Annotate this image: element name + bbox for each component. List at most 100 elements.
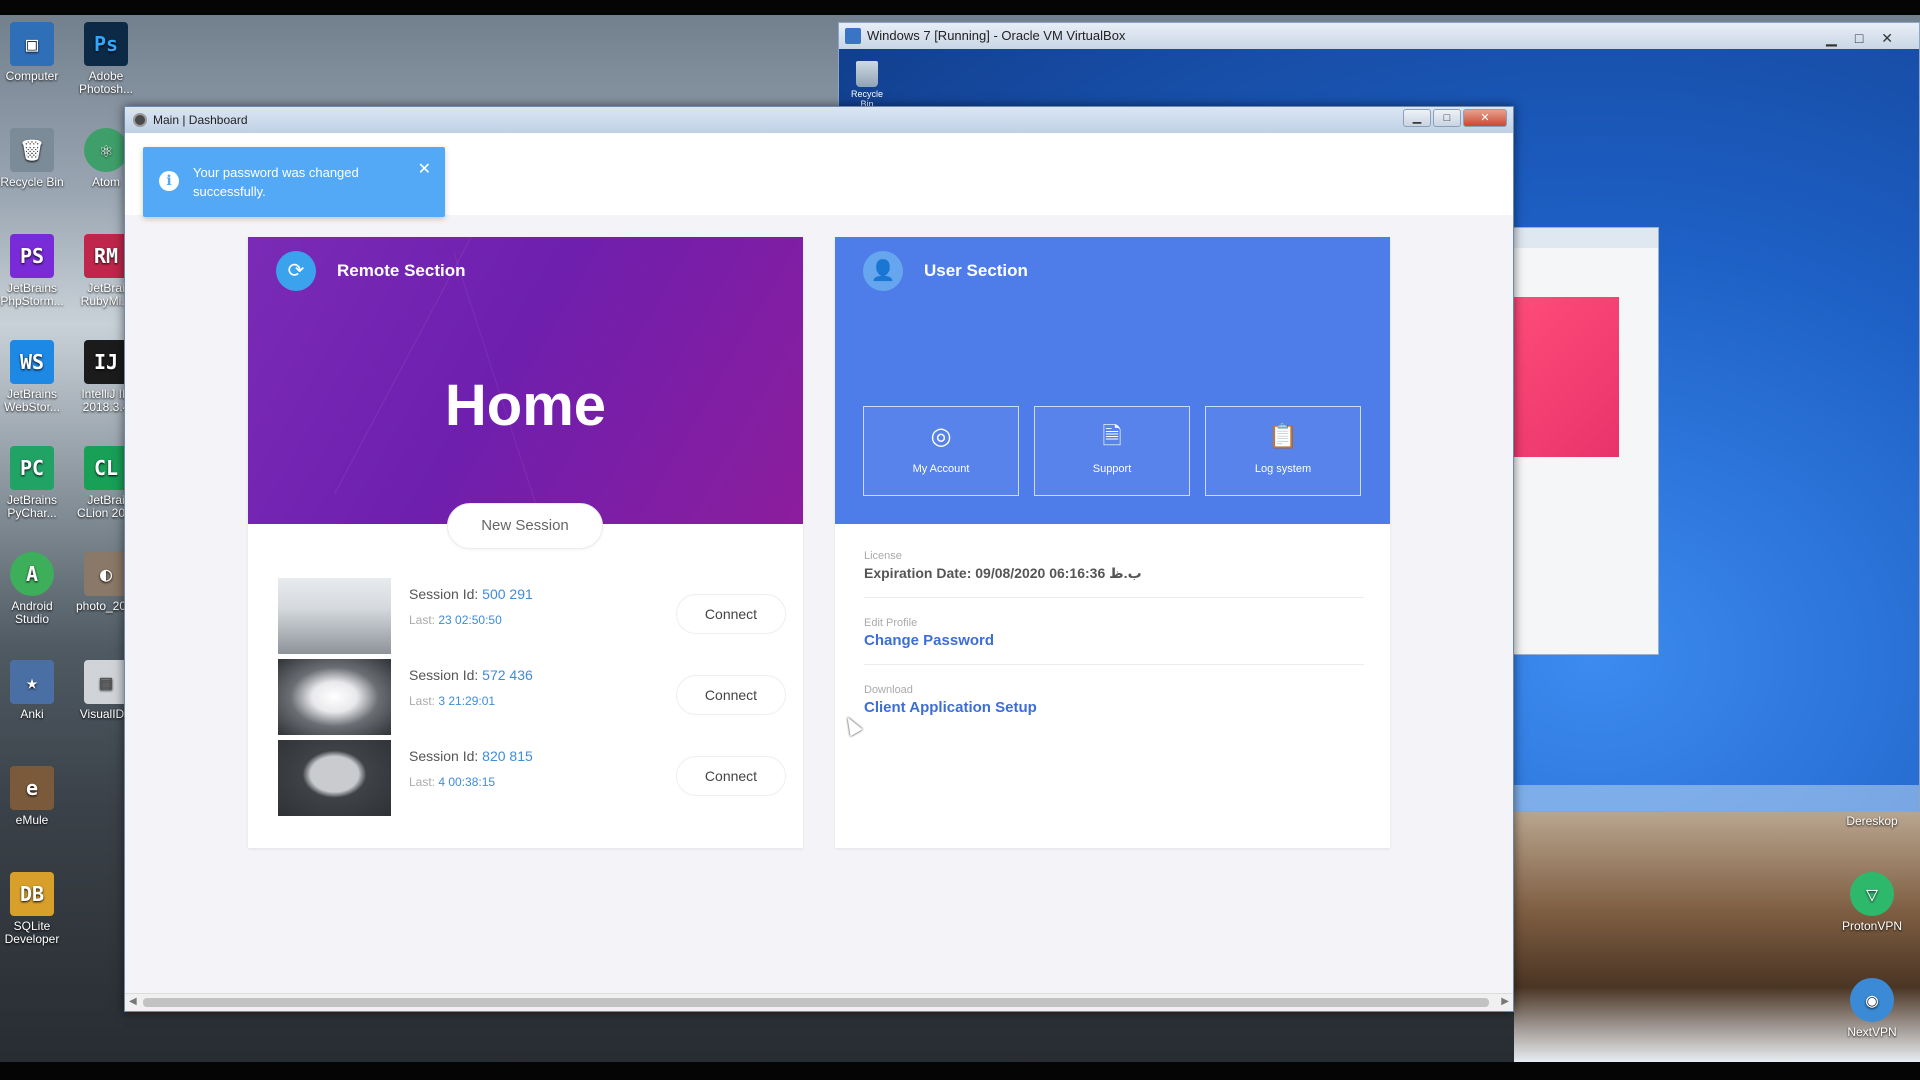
maximize-button[interactable]: □: [1433, 109, 1461, 127]
vm-inner-window-titlebar[interactable]: [1500, 228, 1658, 248]
desktop-icon-webstorm[interactable]: WS JetBrains WebStor...: [0, 340, 64, 414]
session-last-value: 4 00:38:15: [438, 775, 496, 789]
change-password-link[interactable]: Change Password: [864, 632, 1364, 649]
session-id-label: Session Id:: [409, 748, 479, 764]
session-id: Session Id: 500 291: [409, 586, 533, 602]
window-controls: ▁ □ ✕: [1403, 109, 1507, 127]
edit-profile-info: Edit Profile Change Password: [864, 617, 1364, 649]
visualide-icon: ▤: [84, 660, 128, 704]
desktop-icon-dereskop[interactable]: Dereskop: [1842, 815, 1902, 828]
photo-icon: ◐: [84, 552, 128, 596]
desktop-icon-label: NextVPN: [1847, 1025, 1897, 1039]
session-last-label: Last:: [409, 613, 436, 627]
desktop-icon-label: JetBrains WebStor...: [4, 387, 60, 414]
desktop-icon-label: Anki: [20, 707, 44, 721]
session-id-value: 572 436: [482, 667, 533, 683]
atom-icon: ⚛: [84, 128, 128, 172]
desktop-icon-photoshop[interactable]: Ps Adobe Photosh...: [74, 22, 138, 96]
main-dashboard-window[interactable]: Main | Dashboard ▁ □ ✕ i Your password w…: [124, 106, 1514, 1012]
client-application-setup-link[interactable]: Client Application Setup: [864, 699, 1364, 716]
clion-icon: CL: [84, 446, 128, 490]
support-label: Support: [1092, 463, 1132, 475]
desktop-icon-pycharm[interactable]: PC JetBrains PyChar...: [0, 446, 64, 520]
photoshop-icon: Ps: [84, 22, 128, 66]
pycharm-icon: PC: [10, 446, 54, 490]
user-icon: 👤: [863, 251, 903, 291]
desktop-icon-protonvpn[interactable]: ▽ ProtonVPN: [1840, 872, 1904, 933]
sqlite-developer-icon: DB: [10, 872, 54, 916]
log-system-button[interactable]: 📋 Log system: [1205, 406, 1361, 496]
app-icon: [133, 113, 147, 127]
nextvpn-icon: ◉: [1850, 978, 1894, 1022]
my-account-button[interactable]: ◎ My Account: [863, 406, 1019, 496]
minimize-button[interactable]: ▁: [1403, 109, 1431, 127]
session-thumbnail[interactable]: [278, 740, 391, 816]
session-id-value: 820 815: [482, 748, 533, 764]
protonvpn-icon: ▽: [1850, 872, 1894, 916]
session-thumbnail[interactable]: [278, 578, 391, 654]
virtualbox-icon: [845, 28, 861, 44]
connect-button[interactable]: Connect: [676, 675, 786, 715]
virtualbox-titlebar[interactable]: Windows 7 [Running] - Oracle VM VirtualB…: [839, 23, 1919, 49]
license-info: License Expiration Date: 09/08/2020 06:1…: [864, 550, 1364, 582]
remote-section-card: ⟳ Remote Section Home New Session Sessio…: [248, 237, 803, 848]
desktop-icon-label: SQLite Developer: [4, 919, 60, 946]
session-last-value: 3 21:29:01: [438, 694, 496, 708]
session-thumbnail[interactable]: [278, 659, 391, 735]
webstorm-icon: WS: [10, 340, 54, 384]
letterbox-bottom: [0, 1062, 1920, 1080]
horizontal-scrollbar[interactable]: ◀ ▶: [125, 993, 1513, 1011]
desktop-icon-computer[interactable]: ▣ Computer: [0, 22, 64, 83]
clipboard-icon: 📋: [1268, 423, 1298, 450]
desktop-icon-emule[interactable]: e eMule: [0, 766, 64, 827]
session-id-label: Session Id:: [409, 667, 479, 683]
desktop-icon-nextvpn[interactable]: ◉ NextVPN: [1840, 978, 1904, 1039]
session-id: Session Id: 820 815: [409, 748, 533, 764]
intellij-icon: IJ: [84, 340, 128, 384]
success-toast: i Your password was changed successfully…: [143, 147, 445, 217]
desktop-icon-label: Adobe Photosh...: [78, 69, 134, 96]
close-window-button[interactable]: ✕: [1463, 109, 1507, 127]
home-title: Home: [444, 373, 607, 438]
vm-recycle-bin[interactable]: Recycle Bin: [849, 61, 885, 109]
refresh-icon: ⟳: [276, 251, 316, 291]
toast-close-icon[interactable]: ✕: [418, 159, 431, 179]
desktop-icon-sqlite-developer[interactable]: DB SQLite Developer: [0, 872, 64, 946]
emule-icon: e: [10, 766, 54, 810]
scrollbar-thumb[interactable]: [143, 998, 1489, 1007]
edit-profile-label: Edit Profile: [864, 617, 918, 629]
session-row: Session Id: 572 436 Last: 3 21:29:01 Con…: [278, 659, 788, 735]
computer-icon: ▣: [10, 22, 54, 66]
document-icon: 🗎: [1102, 423, 1122, 450]
desktop-icon-label: Dereskop: [1846, 814, 1898, 828]
rubymine-icon: RM: [84, 234, 128, 278]
support-button[interactable]: 🗎 Support: [1034, 406, 1190, 496]
window-titlebar[interactable]: Main | Dashboard ▁ □ ✕: [125, 107, 1513, 133]
account-icon: ◎: [930, 423, 952, 450]
session-last: Last: 23 02:50:50: [409, 613, 502, 627]
download-info: Download Client Application Setup: [864, 684, 1364, 716]
session-thumbnail-image: [278, 659, 391, 735]
session-row: Session Id: 500 291 Last: 23 02:50:50 Co…: [278, 578, 788, 654]
desktop-icon-recycle-bin[interactable]: 🗑 Recycle Bin: [0, 128, 64, 189]
divider: [864, 664, 1364, 665]
desktop-icon-anki[interactable]: ★ Anki: [0, 660, 64, 721]
session-thumbnail-image: [278, 740, 391, 816]
recycle-bin-icon: [856, 61, 878, 87]
desktop-icon-label: Android Studio: [11, 599, 53, 626]
window-title: Main | Dashboard: [153, 113, 248, 127]
session-id-label: Session Id:: [409, 586, 479, 602]
connect-button[interactable]: Connect: [676, 756, 786, 796]
connect-button[interactable]: Connect: [676, 594, 786, 634]
session-last-label: Last:: [409, 775, 436, 789]
session-id: Session Id: 572 436: [409, 667, 533, 683]
desktop-icon-android-studio[interactable]: A Android Studio: [0, 552, 64, 626]
new-session-button[interactable]: New Session: [447, 503, 603, 549]
desktop-icon-label: Recycle Bin: [0, 175, 64, 189]
virtualbox-window-controls[interactable]: ▁□✕: [1826, 25, 1911, 51]
session-id-value: 500 291: [482, 586, 533, 602]
scroll-left-icon[interactable]: ◀: [129, 996, 137, 1007]
desktop-icon-phpstorm[interactable]: PS JetBrains PhpStorm...: [0, 234, 64, 308]
divider: [864, 597, 1364, 598]
scroll-right-icon[interactable]: ▶: [1501, 996, 1509, 1007]
